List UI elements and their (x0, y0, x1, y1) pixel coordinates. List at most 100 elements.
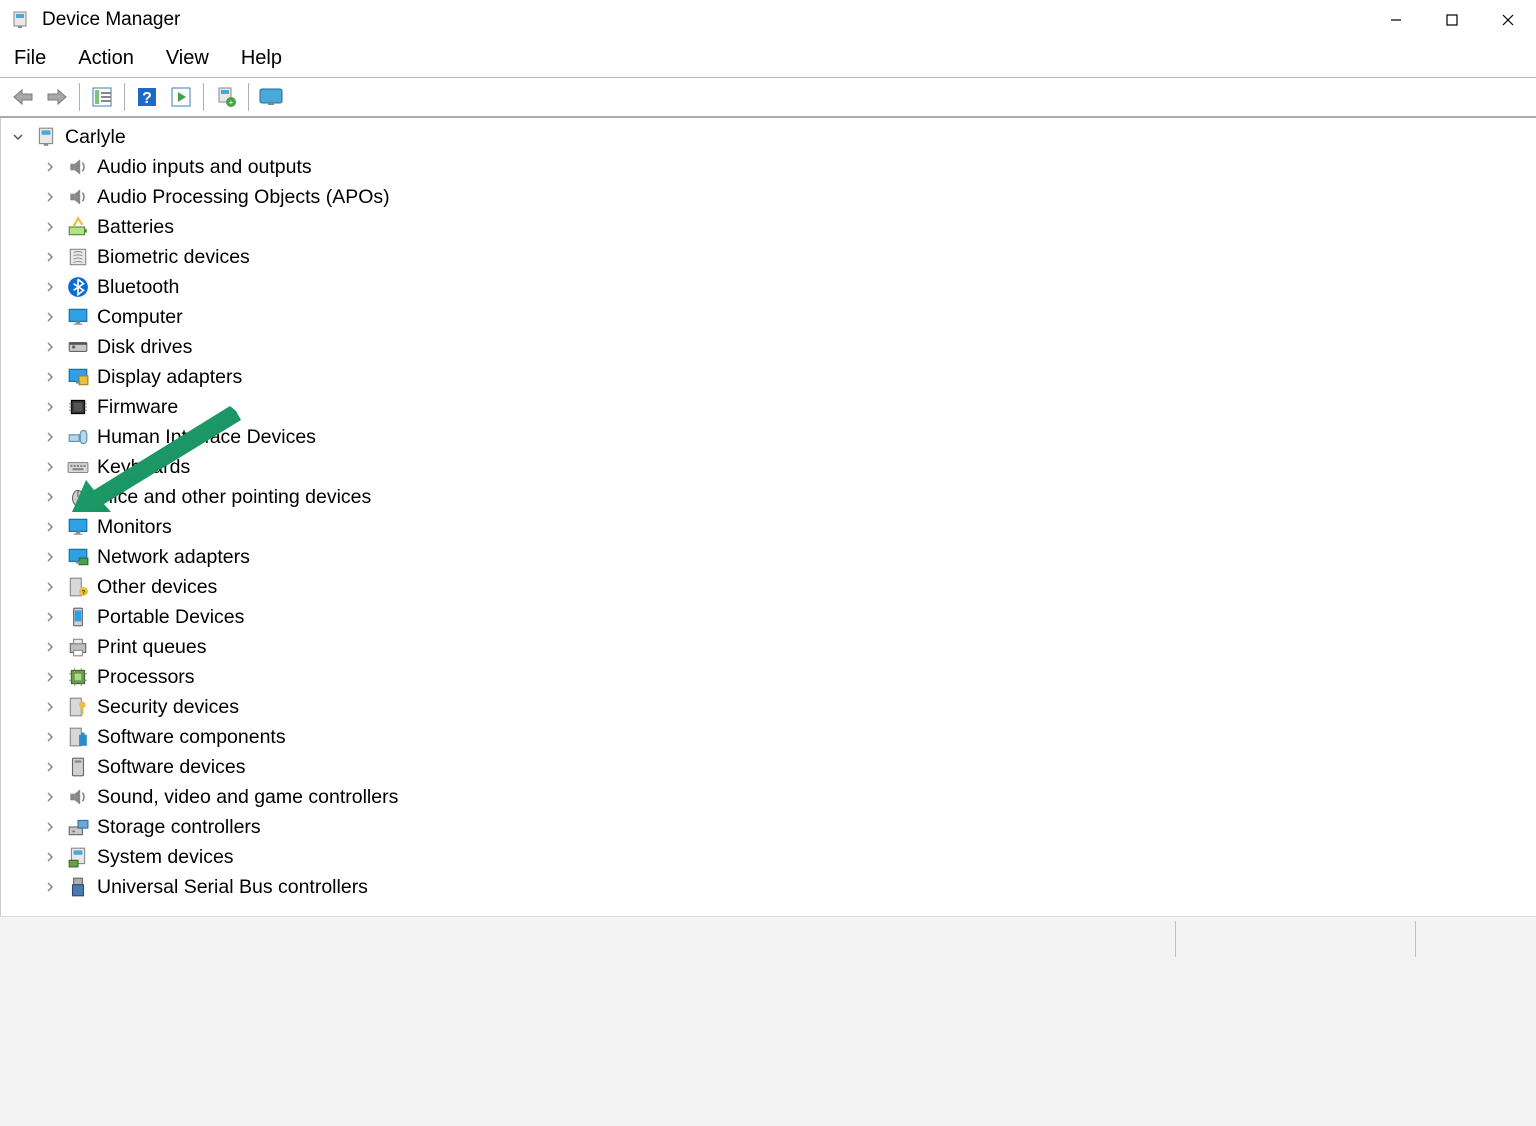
tree-node[interactable]: Audio Processing Objects (APOs) (1, 182, 1536, 212)
chevron-right-icon[interactable] (41, 638, 59, 656)
chevron-right-icon[interactable] (41, 758, 59, 776)
unknown-icon: ? (67, 576, 89, 598)
software-icon (67, 756, 89, 778)
tree-node[interactable]: Human Interface Devices (1, 422, 1536, 452)
tree-node[interactable]: Batteries (1, 212, 1536, 242)
chevron-right-icon[interactable] (41, 698, 59, 716)
device-tree[interactable]: Carlyle Audio inputs and outputsAudio Pr… (0, 118, 1536, 916)
help-button[interactable]: ? (133, 83, 161, 111)
chevron-right-icon[interactable] (41, 278, 59, 296)
tree-node[interactable]: Storage controllers (1, 812, 1536, 842)
forward-button[interactable] (43, 83, 71, 111)
chevron-right-icon[interactable] (41, 308, 59, 326)
chevron-right-icon[interactable] (41, 848, 59, 866)
tree-node-label: Universal Serial Bus controllers (97, 876, 368, 899)
tree-root[interactable]: Carlyle (1, 122, 1536, 152)
tree-node[interactable]: Monitors (1, 512, 1536, 542)
cpu-icon (67, 666, 89, 688)
menu-action[interactable]: Action (78, 47, 134, 70)
tree-node[interactable]: Biometric devices (1, 242, 1536, 272)
tree-node[interactable]: Universal Serial Bus controllers (1, 872, 1536, 902)
tree-node[interactable]: Security devices (1, 692, 1536, 722)
tree-node-label: Monitors (97, 516, 172, 539)
printer-icon (67, 636, 89, 658)
chevron-right-icon[interactable] (41, 788, 59, 806)
tree-node-label: Computer (97, 306, 183, 329)
tree-node[interactable]: Audio inputs and outputs (1, 152, 1536, 182)
tree-node[interactable]: Mice and other pointing devices (1, 482, 1536, 512)
chevron-right-icon[interactable] (41, 578, 59, 596)
tree-node[interactable]: Keyboards (1, 452, 1536, 482)
tree-node[interactable]: System devices (1, 842, 1536, 872)
chevron-right-icon[interactable] (41, 158, 59, 176)
root-label: Carlyle (65, 126, 126, 149)
hid-icon (67, 426, 89, 448)
chevron-right-icon[interactable] (41, 218, 59, 236)
chevron-right-icon[interactable] (41, 548, 59, 566)
network-icon (67, 546, 89, 568)
speaker-icon (67, 186, 89, 208)
chevron-right-icon[interactable] (41, 368, 59, 386)
chevron-right-icon[interactable] (41, 188, 59, 206)
chevron-right-icon[interactable] (41, 428, 59, 446)
scan-button[interactable]: + (212, 83, 240, 111)
chevron-right-icon[interactable] (41, 608, 59, 626)
tree-node-label: Biometric devices (97, 246, 250, 269)
chevron-right-icon[interactable] (41, 818, 59, 836)
chevron-right-icon[interactable] (41, 518, 59, 536)
back-button[interactable] (9, 83, 37, 111)
tree-node-label: Display adapters (97, 366, 242, 389)
menu-view[interactable]: View (166, 47, 209, 70)
computer-icon (35, 126, 57, 148)
tree-node[interactable]: Display adapters (1, 362, 1536, 392)
menu-file[interactable]: File (14, 47, 46, 70)
storage-icon (67, 816, 89, 838)
tree-node[interactable]: Bluetooth (1, 272, 1536, 302)
tree-node-label: Network adapters (97, 546, 250, 569)
maximize-button[interactable] (1424, 0, 1480, 40)
tree-node[interactable]: Firmware (1, 392, 1536, 422)
svg-text:+: + (229, 98, 234, 107)
app-icon (10, 10, 30, 30)
menu-help[interactable]: Help (241, 47, 282, 70)
disk-icon (67, 336, 89, 358)
chevron-down-icon[interactable] (9, 128, 27, 146)
chevron-right-icon[interactable] (41, 338, 59, 356)
chevron-right-icon[interactable] (41, 248, 59, 266)
tree-node[interactable]: Network adapters (1, 542, 1536, 572)
properties-button[interactable] (88, 83, 116, 111)
display-icon (67, 366, 89, 388)
tree-node[interactable]: Processors (1, 662, 1536, 692)
tree-node[interactable]: Software devices (1, 752, 1536, 782)
tree-node-label: Keyboards (97, 456, 190, 479)
tree-node-label: Batteries (97, 216, 174, 239)
tree-node-label: Security devices (97, 696, 239, 719)
chevron-right-icon[interactable] (41, 878, 59, 896)
tree-node-label: Human Interface Devices (97, 426, 316, 449)
tree-node[interactable]: Sound, video and game controllers (1, 782, 1536, 812)
bluetooth-icon (67, 276, 89, 298)
speaker-icon (67, 156, 89, 178)
chevron-right-icon[interactable] (41, 458, 59, 476)
chevron-right-icon[interactable] (41, 728, 59, 746)
devices-button[interactable] (257, 83, 285, 111)
tree-node[interactable]: Computer (1, 302, 1536, 332)
keyboard-icon (67, 456, 89, 478)
tree-node[interactable]: Print queues (1, 632, 1536, 662)
tree-node[interactable]: Portable Devices (1, 602, 1536, 632)
close-button[interactable] (1480, 0, 1536, 40)
toolbar: ? + (0, 78, 1536, 118)
chevron-right-icon[interactable] (41, 668, 59, 686)
chevron-right-icon[interactable] (41, 488, 59, 506)
menu-bar: File Action View Help (0, 40, 1536, 78)
tree-node[interactable]: Software components (1, 722, 1536, 752)
action-button[interactable] (167, 83, 195, 111)
system-icon (67, 846, 89, 868)
status-bar (0, 916, 1536, 1126)
tree-node[interactable]: Disk drives (1, 332, 1536, 362)
monitor-icon (67, 306, 89, 328)
chevron-right-icon[interactable] (41, 398, 59, 416)
minimize-button[interactable] (1368, 0, 1424, 40)
tree-node-label: System devices (97, 846, 234, 869)
tree-node[interactable]: ?Other devices (1, 572, 1536, 602)
